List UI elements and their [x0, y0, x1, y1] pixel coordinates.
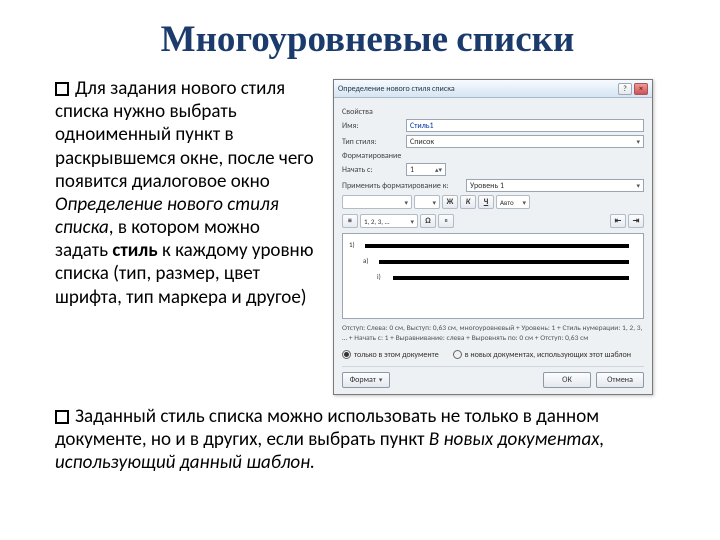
ok-button[interactable]: ОК	[543, 372, 591, 388]
field-type: Тип стиля: Список ▾	[342, 135, 644, 148]
format-btn-label: Формат	[350, 375, 376, 385]
slide: Многоуровневые списки Для задания нового…	[0, 0, 720, 540]
chevron-down-icon: ▾	[522, 198, 526, 207]
field-apply: Применить форматирование к: Уровень 1 ▾	[342, 179, 644, 192]
scope-radios: только в этом документе в новых документ…	[342, 350, 644, 360]
style-description: Отступ: Слева: 0 см, Выступ: 0,63 см, мн…	[342, 324, 644, 344]
dialog-window: Определение нового стиля списка ? × Свой…	[333, 79, 653, 395]
apply-value: Уровень 1	[470, 181, 504, 191]
start-value: 1	[410, 165, 414, 175]
type-select[interactable]: Список ▾	[406, 135, 644, 148]
para1-pre: Для задания нового стиля списка нужно вы…	[55, 77, 314, 193]
color-select[interactable]: Авто ▾	[496, 195, 530, 209]
start-spinner[interactable]: 1 ▴▾	[406, 163, 446, 176]
list-toolbar: ≡ 1, 2, 3, … ▾ Ω ▫ ⇤ ⇥	[342, 214, 644, 228]
help-button[interactable]: ?	[618, 83, 632, 95]
bullets-button[interactable]: ≡	[342, 214, 358, 228]
chevron-down-icon: ▾	[432, 198, 436, 207]
window-buttons: ? ×	[618, 83, 648, 95]
chevron-down-icon: ▾	[410, 217, 414, 226]
chevron-down-icon: ▾	[636, 137, 640, 146]
cancel-button[interactable]: Отмена	[596, 372, 644, 388]
para2-post: .	[310, 451, 315, 474]
apply-select[interactable]: Уровень 1 ▾	[466, 179, 644, 192]
para1-bold: стиль	[112, 239, 157, 262]
numfmt-value: 1, 2, 3, …	[364, 217, 389, 226]
dialog-screenshot: Определение нового стиля списка ? × Свой…	[333, 77, 680, 395]
radio1-label: только в этом документе	[354, 350, 439, 360]
chevron-down-icon: ▾	[636, 181, 640, 190]
preview-line-1: 1)	[365, 244, 629, 248]
format-toolbar: ▾ ▾ Ж К Ч Авто ▾	[342, 195, 644, 209]
apply-label: Применить форматирование к:	[342, 181, 462, 191]
paragraph-1: Для задания нового стиля списка нужно вы…	[55, 77, 315, 309]
chevron-down-icon: ▾	[404, 198, 408, 207]
radio-off-icon	[453, 350, 462, 359]
decrease-indent-button[interactable]: ⇤	[610, 214, 626, 228]
name-input[interactable]: Стиль1	[406, 119, 644, 132]
radio-on-icon	[342, 350, 351, 359]
name-label: Имя:	[342, 121, 402, 131]
color-value: Авто	[500, 198, 514, 207]
dialog-titlebar: Определение нового стиля списка ? ×	[334, 80, 652, 98]
radio-this-doc[interactable]: только в этом документе	[342, 350, 439, 360]
radio-new-docs[interactable]: в новых документах, использующих этот ша…	[453, 350, 631, 360]
slide-title: Многоуровневые списки	[55, 18, 680, 61]
bold-button[interactable]: Ж	[442, 195, 458, 209]
picture-button[interactable]: ▫	[438, 214, 454, 228]
size-select[interactable]: ▾	[414, 195, 440, 209]
symbol-button[interactable]: Ω	[420, 214, 436, 228]
square-bullet-icon	[55, 82, 69, 96]
underline-button[interactable]: Ч	[478, 195, 494, 209]
increase-indent-button[interactable]: ⇥	[628, 214, 644, 228]
preview-label-3: i)	[377, 272, 381, 281]
section-properties: Свойства	[342, 107, 644, 117]
section-format: Форматирование	[342, 151, 644, 161]
chevron-down-icon: ▾	[379, 375, 383, 384]
radio2-label: в новых документах, использующих этот ша…	[465, 350, 631, 360]
dialog-body: Свойства Имя: Стиль1 Тип стиля: Список ▾ …	[334, 98, 652, 394]
name-value: Стиль1	[410, 121, 434, 131]
dialog-title: Определение нового стиля списка	[338, 84, 618, 94]
field-name: Имя: Стиль1	[342, 119, 644, 132]
format-button[interactable]: Формат▾	[342, 372, 390, 388]
start-label: Начать с:	[342, 165, 402, 175]
row-top: Для задания нового стиля списка нужно вы…	[55, 77, 680, 395]
type-label: Тип стиля:	[342, 137, 402, 147]
preview-line-2: a)	[379, 260, 629, 264]
square-bullet-icon	[55, 410, 69, 424]
preview-line-3: i)	[393, 276, 629, 280]
close-button[interactable]: ×	[634, 83, 648, 95]
button-row: Формат▾ ОК Отмена	[342, 366, 644, 388]
type-value: Список	[410, 137, 434, 147]
preview-pane: 1) a) i)	[342, 233, 644, 319]
paragraph-2: Заданный стиль списка можно использовать…	[55, 405, 680, 475]
spinner-icon: ▴▾	[435, 165, 442, 174]
font-select[interactable]: ▾	[342, 195, 412, 209]
preview-label-2: a)	[363, 256, 368, 265]
italic-button[interactable]: К	[460, 195, 476, 209]
number-format-select[interactable]: 1, 2, 3, … ▾	[360, 214, 418, 228]
preview-label-1: 1)	[349, 240, 355, 249]
field-start: Начать с: 1 ▴▾	[342, 163, 644, 176]
